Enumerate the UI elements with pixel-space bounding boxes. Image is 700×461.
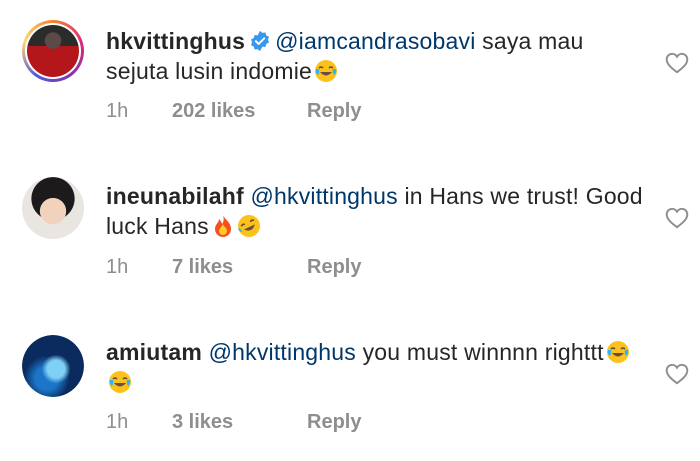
comment-meta: 1h 202 likes Reply (106, 100, 361, 123)
timestamp: 1h (106, 256, 129, 278)
avatar[interactable] (22, 177, 84, 239)
reply-button[interactable]: Reply (307, 411, 361, 434)
timestamp: 1h (106, 411, 129, 433)
comment-body: hkvittinghus @iamcandrasobavi saya mau se… (106, 26, 651, 86)
timestamp: 1h (106, 100, 129, 122)
face-with-tears-of-joy-icon (606, 340, 630, 364)
comment-body: amiutam @hkvittinghus you must winnnn ri… (106, 337, 651, 397)
like-heart-icon[interactable] (664, 205, 690, 231)
reply-button[interactable]: Reply (307, 256, 361, 279)
reply-button[interactable]: Reply (307, 100, 361, 123)
like-heart-icon[interactable] (664, 361, 690, 387)
comment-item: hkvittinghus @iamcandrasobavi saya mau se… (0, 0, 700, 150)
comment-item: ineunabilahf @hkvittinghus in Hans we tr… (0, 155, 700, 305)
comment-body: ineunabilahf @hkvittinghus in Hans we tr… (106, 181, 651, 241)
comments-list: hkvittinghus @iamcandrasobavi saya mau se… (0, 0, 700, 452)
username[interactable]: hkvittinghus (106, 28, 245, 54)
comment-text: you must winnnn righttt (355, 339, 604, 365)
username[interactable]: amiutam (106, 339, 202, 365)
face-with-tears-of-joy-icon (108, 370, 132, 394)
avatar[interactable] (22, 20, 84, 82)
mention-link[interactable]: @iamcandrasobavi (275, 28, 475, 54)
avatar-image (22, 177, 84, 239)
avatar[interactable] (22, 335, 84, 397)
username[interactable]: ineunabilahf (106, 183, 244, 209)
mention-link[interactable]: @hkvittinghus (250, 183, 397, 209)
rolling-on-floor-laughing-icon (237, 214, 261, 238)
face-with-tears-of-joy-icon (314, 59, 338, 83)
comment-meta: 1h 7 likes Reply (106, 256, 361, 279)
fire-icon (211, 214, 235, 238)
verified-badge-icon (249, 30, 271, 52)
mention-link[interactable]: @hkvittinghus (209, 339, 356, 365)
avatar-image (22, 335, 84, 397)
like-heart-icon[interactable] (664, 50, 690, 76)
likes-count[interactable]: 202 likes (172, 100, 307, 123)
avatar-image (27, 25, 79, 77)
comment-item: amiutam @hkvittinghus you must winnnn ri… (0, 311, 700, 461)
comment-meta: 1h 3 likes Reply (106, 411, 361, 434)
likes-count[interactable]: 7 likes (172, 256, 307, 279)
likes-count[interactable]: 3 likes (172, 411, 307, 434)
